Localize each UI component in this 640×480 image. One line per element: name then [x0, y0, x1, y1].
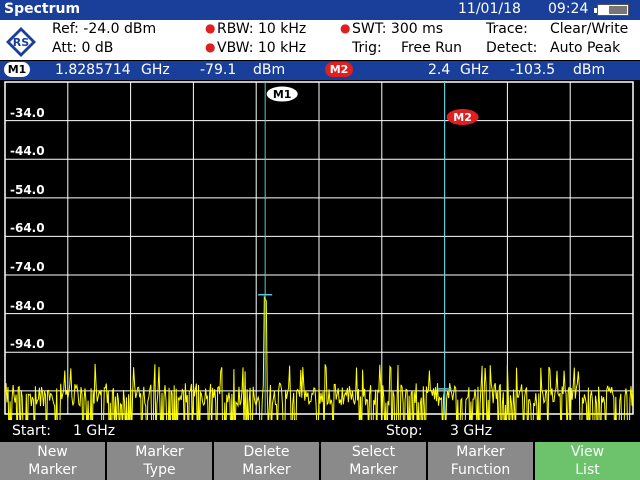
marker-readout-bar: M1 1.8285714 GHz -79.1 dBm M2 2.4 GHz -1… [0, 61, 640, 80]
marker-function-button[interactable]: Marker Function [428, 442, 535, 480]
stop-frequency: 3 GHz [450, 423, 493, 439]
svg-text:RS: RS [13, 36, 29, 49]
sweep-time: SWT: 300 ms [352, 21, 444, 37]
spectrum-plot-area[interactable]: -34.0 -44.0 -54.0 -64.0 -74.0 -84.0 -94.0 M1 M2 [0, 80, 640, 420]
title-bar: Spectrum 11/01/18 09:24 [0, 0, 640, 20]
date-display: 11/01/18 [458, 1, 521, 17]
battery-icon [594, 4, 629, 16]
new-marker-button[interactable]: New Marker [0, 442, 107, 480]
swt-dot-icon: ● [340, 21, 351, 35]
ref-level: Ref: -24.0 dBm [52, 21, 157, 37]
rbw: RBW: 10 kHz [217, 21, 307, 37]
view-list-button[interactable]: View List [535, 442, 640, 480]
trace-label: Trace: [486, 21, 528, 37]
trig-value: Free Run [401, 40, 463, 56]
start-label: Start: [12, 423, 51, 439]
time-display: 09:24 [548, 1, 589, 17]
m2-frequency: 2.4 [428, 62, 451, 78]
m2-frequency-unit: GHz [460, 62, 489, 78]
softkey-bar: New Marker Marker Type Delete Marker Select… [0, 442, 640, 480]
m1-frequency: 1.8285714 [55, 62, 131, 78]
rbw-dot-icon: ● [205, 21, 216, 35]
start-frequency: 1 GHz [73, 423, 116, 439]
attenuation: Att: 0 dB [52, 40, 114, 56]
vbw: VBW: 10 kHz [217, 40, 307, 56]
select-marker-button[interactable]: Select Marker [321, 442, 428, 480]
m2-badge: M2 [325, 62, 353, 77]
detect-label: Detect: [486, 40, 538, 56]
m2-level-unit: dBm [573, 62, 606, 78]
settings-panel: RS Ref: -24.0 dBm Att: 0 dB ● RBW: 10 kH… [0, 20, 640, 60]
m1-level: -79.1 [200, 62, 237, 78]
trig-label: Trig: [352, 40, 382, 56]
detect-value: Auto Peak [550, 40, 621, 56]
marker-type-button[interactable]: Marker Type [107, 442, 214, 480]
m1-badge: M1 [4, 62, 30, 77]
frequency-span-bar: Start: 1 GHz Stop: 3 GHz [0, 420, 640, 442]
delete-marker-button[interactable]: Delete Marker [214, 442, 321, 480]
trace-value: Clear/Write [550, 21, 629, 37]
m1-frequency-unit: GHz [141, 62, 170, 78]
vbw-dot-icon: ● [205, 40, 216, 54]
rs-logo-icon: RS [6, 27, 36, 57]
m1-level-unit: dBm [253, 62, 286, 78]
stop-label: Stop: [386, 423, 423, 439]
marker-flag-label-m1: M1 [273, 88, 292, 101]
spectrum-plot[interactable]: M1 M2 [0, 80, 640, 420]
marker-flag-label-m2: M2 [453, 111, 472, 124]
m2-level: -103.5 [510, 62, 556, 78]
mode-title: Spectrum [4, 1, 81, 17]
